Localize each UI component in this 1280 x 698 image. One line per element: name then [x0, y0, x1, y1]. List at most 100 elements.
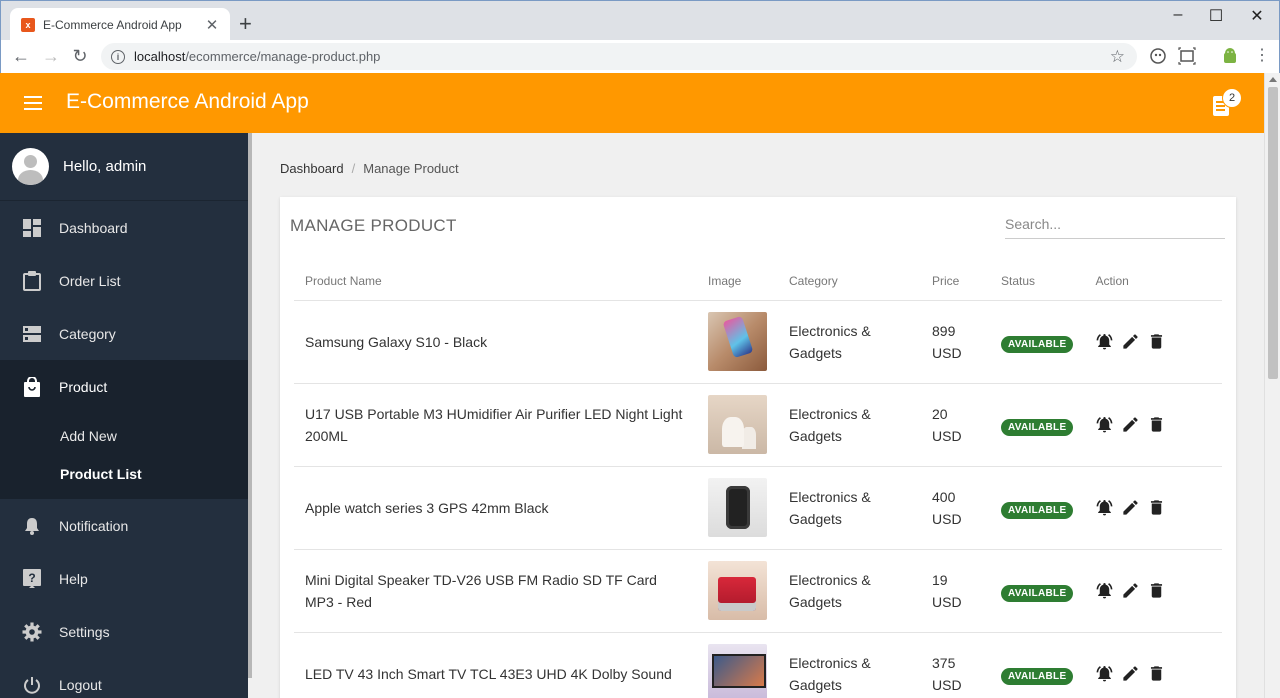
sidebar-item-label: Product — [59, 378, 108, 395]
power-icon — [22, 675, 42, 695]
product-image[interactable] — [708, 395, 767, 454]
minimize-icon[interactable]: – — [1163, 6, 1193, 24]
sidebar-item-order-list[interactable]: Order List — [0, 254, 248, 307]
notification-count-badge[interactable]: 2 — [1222, 88, 1242, 108]
product-image[interactable] — [708, 561, 767, 620]
submenu-item-product-list[interactable]: Product List — [0, 455, 248, 493]
delete-trash-icon[interactable] — [1147, 498, 1166, 517]
page-scrollbar-thumb[interactable] — [1268, 87, 1278, 379]
table-row[interactable]: Apple watch series 3 GPS 42mm Black Elec… — [294, 466, 1222, 550]
edit-pencil-icon[interactable] — [1121, 332, 1140, 351]
category-text: Electronics & — [789, 322, 871, 339]
back-icon[interactable]: ← — [10, 45, 32, 67]
url-text: localhost/ecommerce/manage-product.php — [134, 49, 381, 64]
sidebar-item-label: Logout — [59, 676, 102, 693]
sidebar-item-help[interactable]: ? Help — [0, 552, 248, 605]
price-currency: USD — [932, 676, 962, 693]
breadcrumb-separator: / — [351, 161, 356, 176]
edit-pencil-icon[interactable] — [1121, 581, 1140, 600]
browser-menu-icon[interactable]: ⋮ — [1251, 45, 1273, 67]
notify-bell-icon[interactable] — [1095, 664, 1114, 683]
table-row[interactable]: Samsung Galaxy S10 - Black Electronics &… — [294, 300, 1222, 384]
product-image-cell — [697, 632, 778, 698]
gear-icon — [22, 622, 42, 642]
sidebar-item-dashboard[interactable]: Dashboard — [0, 201, 248, 254]
manage-product-card: MANAGE PRODUCT Product Name Image Catego… — [280, 197, 1236, 698]
breadcrumb-current: Manage Product — [363, 161, 459, 176]
page-title: MANAGE PRODUCT — [290, 216, 457, 235]
action-cell — [1084, 383, 1222, 467]
delete-trash-icon[interactable] — [1147, 664, 1166, 683]
product-image[interactable] — [708, 312, 767, 371]
help-icon: ? — [22, 568, 42, 589]
category-text: Gadgets — [789, 593, 842, 610]
header-price[interactable]: Price — [921, 263, 990, 301]
browser-titlebar: x E-Commerce Android App ✕ + – ☐ ✕ — [0, 0, 1280, 41]
delete-trash-icon[interactable] — [1147, 415, 1166, 434]
header-category[interactable]: Category — [778, 263, 921, 301]
search-input[interactable] — [1005, 209, 1225, 239]
maximize-icon[interactable]: ☐ — [1201, 6, 1231, 26]
price-value: 400 — [932, 488, 956, 505]
sidebar-item-category[interactable]: Category — [0, 307, 248, 360]
product-name: Samsung Galaxy S10 - Black — [305, 333, 488, 350]
header-product-name[interactable]: Product Name — [294, 263, 697, 301]
browser-tab[interactable]: x E-Commerce Android App ✕ — [10, 8, 230, 41]
table-row[interactable]: U17 USB Portable M3 HUmidifier Air Purif… — [294, 383, 1222, 467]
delete-trash-icon[interactable] — [1147, 332, 1166, 351]
sidebar-item-settings[interactable]: Settings — [0, 605, 248, 658]
delete-trash-icon[interactable] — [1147, 581, 1166, 600]
product-table: Product Name Image Category Price Status… — [294, 263, 1222, 698]
header-status[interactable]: Status — [990, 263, 1085, 301]
page-scrollbar[interactable] — [1264, 73, 1280, 698]
scroll-up-icon[interactable] — [1269, 77, 1277, 82]
category-cell: Electronics & Gadgets — [778, 300, 921, 384]
dashboard-icon — [22, 218, 42, 238]
notify-bell-icon[interactable] — [1095, 581, 1114, 600]
category-text: Gadgets — [789, 427, 842, 444]
tab-close-icon[interactable]: ✕ — [204, 16, 220, 34]
url-field[interactable]: i localhost/ecommerce/manage-product.php… — [101, 43, 1137, 70]
edit-pencil-icon[interactable] — [1121, 498, 1140, 517]
price-cell: 375 USD — [921, 632, 990, 698]
submenu-item-add-new[interactable]: Add New — [0, 417, 248, 455]
reload-icon[interactable]: ↻ — [69, 45, 91, 67]
close-window-icon[interactable]: ✕ — [1242, 6, 1272, 26]
breadcrumb: Dashboard / Manage Product — [280, 161, 459, 176]
android-icon[interactable] — [1221, 47, 1239, 65]
sidebar-item-label: Settings — [59, 623, 110, 640]
product-image-cell — [697, 300, 778, 384]
avatar[interactable] — [12, 148, 49, 185]
notify-bell-icon[interactable] — [1095, 498, 1114, 517]
product-name: LED TV 43 Inch Smart TV TCL 43E3 UHD 4K … — [305, 665, 672, 682]
price-value: 19 — [932, 571, 948, 588]
new-tab-button[interactable]: + — [239, 13, 252, 35]
product-image[interactable] — [708, 478, 767, 537]
table-row[interactable]: Mini Digital Speaker TD-V26 USB FM Radio… — [294, 549, 1222, 633]
info-icon[interactable]: i — [111, 49, 125, 64]
sidebar-item-product[interactable]: Product — [0, 360, 248, 413]
product-name: Apple watch series 3 GPS 42mm Black — [305, 499, 549, 516]
header-action: Action — [1084, 263, 1222, 301]
forward-icon[interactable]: → — [40, 45, 62, 67]
hamburger-menu-icon[interactable] — [24, 96, 42, 110]
product-image[interactable] — [708, 644, 767, 698]
bookmark-star-icon[interactable]: ☆ — [1110, 47, 1125, 67]
sidebar-item-logout[interactable]: Logout — [0, 658, 248, 698]
product-image-cell — [697, 549, 778, 633]
breadcrumb-dashboard-link[interactable]: Dashboard — [280, 161, 344, 176]
price-cell: 899 USD — [921, 300, 990, 384]
sidebar-item-label: Category — [59, 325, 116, 342]
sidebar-item-label: Notification — [59, 517, 129, 534]
extension-icon[interactable] — [1149, 47, 1167, 65]
notify-bell-icon[interactable] — [1095, 415, 1114, 434]
table-row[interactable]: LED TV 43 Inch Smart TV TCL 43E3 UHD 4K … — [294, 632, 1222, 698]
screenshot-icon[interactable] — [1178, 47, 1196, 65]
action-cell — [1084, 549, 1222, 633]
sidebar-item-notification[interactable]: Notification — [0, 499, 248, 552]
product-name: Mini Digital Speaker TD-V26 USB FM Radio… — [305, 571, 657, 610]
product-name-cell: Samsung Galaxy S10 - Black — [294, 300, 697, 384]
notify-bell-icon[interactable] — [1095, 332, 1114, 351]
edit-pencil-icon[interactable] — [1121, 664, 1140, 683]
edit-pencil-icon[interactable] — [1121, 415, 1140, 434]
